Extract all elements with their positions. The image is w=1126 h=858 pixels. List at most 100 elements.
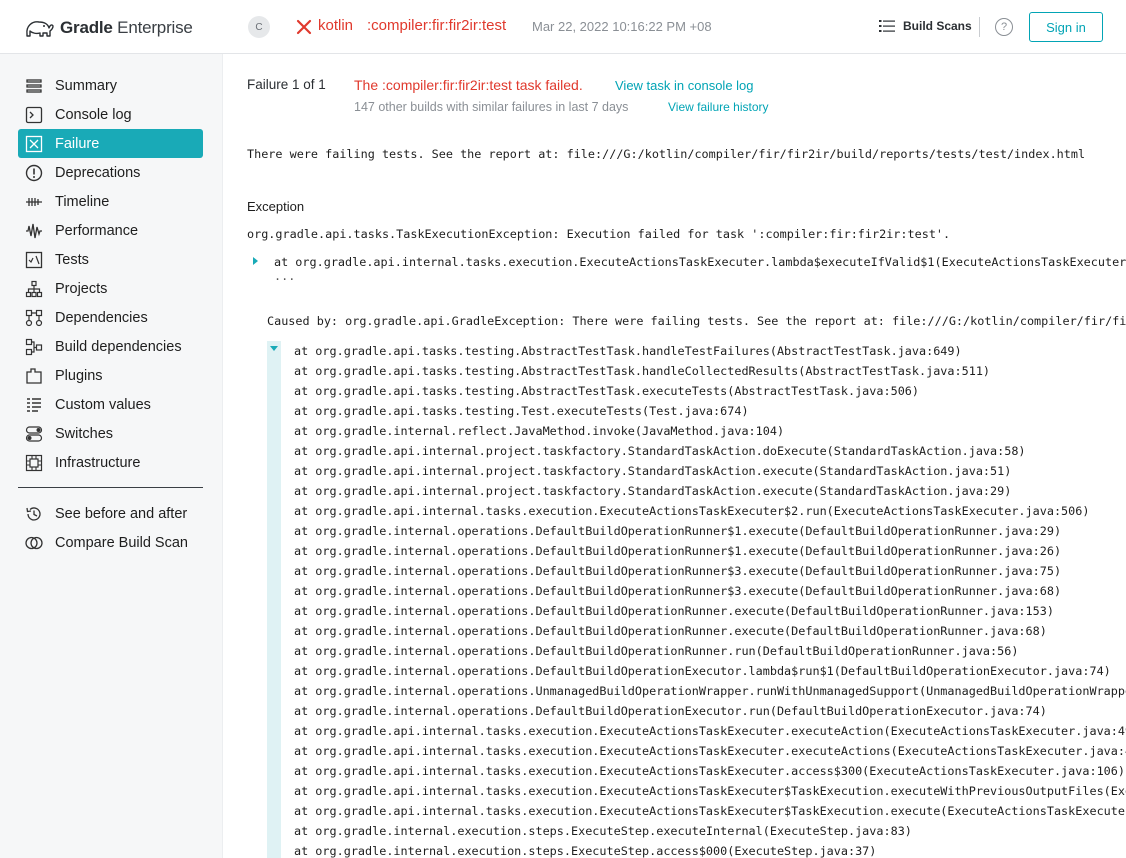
custom-values-icon: [27, 397, 41, 412]
sidebar-item-label: Infrastructure: [55, 454, 141, 471]
gradle-enterprise-logo[interactable]: Gradle Enterprise: [24, 14, 193, 42]
stack-frame: at org.gradle.internal.reflect.JavaMetho…: [294, 424, 785, 438]
sidebar-item-label: Build dependencies: [55, 338, 182, 355]
stacktrace-gutter: [267, 341, 281, 858]
stack-frame: at org.gradle.api.tasks.testing.Abstract…: [294, 344, 962, 358]
sidebar-item-label: Console log: [55, 106, 132, 123]
stack-frame: at org.gradle.api.tasks.testing.Test.exe…: [294, 404, 749, 418]
collapsed-frames-ellipsis[interactable]: ...: [274, 269, 295, 283]
sidebar-item-label: See before and after: [55, 505, 188, 522]
help-icon[interactable]: ?: [995, 18, 1013, 36]
compare-icon: [25, 536, 43, 549]
sidebar-item-tests[interactable]: Tests: [18, 245, 203, 274]
stack-frame: at org.gradle.internal.execution.steps.E…: [294, 844, 877, 858]
stack-frame: at org.gradle.internal.operations.Defaul…: [294, 704, 1047, 718]
sidebar-item-label: Performance: [55, 222, 139, 239]
failure-panel: Failure 1 of 1 The :compiler:fir:fir2ir:…: [224, 54, 1126, 858]
sidebar-item-label: Compare Build Scan: [55, 534, 188, 551]
first-stack-frame: at org.gradle.api.internal.tasks.executi…: [274, 255, 1126, 269]
summary-icon: [26, 78, 42, 93]
sidebar-item-custom-values[interactable]: Custom values: [18, 390, 203, 419]
failure-count: Failure 1 of 1: [247, 77, 326, 92]
view-in-console-link[interactable]: View task in console log: [615, 78, 754, 93]
expand-stacktrace-toggle[interactable]: [253, 257, 258, 265]
sidebar-item-failure[interactable]: Failure: [18, 129, 203, 158]
stack-frame: at org.gradle.internal.operations.Defaul…: [294, 624, 1047, 638]
switches-icon: [25, 425, 43, 442]
collapse-stacktrace-toggle[interactable]: [270, 346, 278, 351]
caused-by-message: Caused by: org.gradle.api.GradleExceptio…: [267, 314, 1126, 328]
logo-text: Gradle Enterprise: [60, 18, 193, 38]
sidebar-item-deprecations[interactable]: Deprecations: [18, 158, 203, 187]
sidebar-item-summary[interactable]: Summary: [18, 71, 203, 100]
ci-badge: C: [248, 16, 270, 38]
build-scans-link[interactable]: Build Scans: [878, 18, 972, 34]
top-header: Gradle Enterprise C kotlin :compiler:fir…: [0, 0, 1126, 54]
failure-message: The :compiler:fir:fir2ir:test task faile…: [354, 77, 583, 93]
timeline-icon: [26, 197, 42, 206]
stack-frame: at org.gradle.internal.operations.Defaul…: [294, 604, 1054, 618]
sidebar-item-label: Custom values: [55, 396, 151, 413]
failure-report-text: There were failing tests. See the report…: [247, 147, 1086, 161]
build-dependencies-icon: [25, 338, 43, 355]
console-icon: [25, 106, 43, 123]
failure-icon: [25, 135, 43, 152]
performance-icon: [26, 223, 42, 238]
sidebar-item-label: Dependencies: [55, 309, 148, 326]
sidebar-item-label: Deprecations: [55, 164, 141, 181]
plugins-icon: [26, 367, 42, 384]
stack-frame: at org.gradle.api.tasks.testing.Abstract…: [294, 364, 991, 378]
stack-frame: at org.gradle.api.internal.project.taskf…: [294, 444, 1026, 458]
stack-frame: at org.gradle.api.internal.tasks.executi…: [294, 504, 1090, 518]
stack-frame: at org.gradle.internal.operations.Defaul…: [294, 644, 1019, 658]
project-name: kotlin: [318, 17, 354, 34]
stack-frame: at org.gradle.api.internal.tasks.executi…: [294, 764, 1125, 778]
build-scans-label: Build Scans: [903, 19, 972, 33]
sidebar-item-label: Summary: [55, 77, 118, 94]
stack-frame: at org.gradle.internal.operations.Defaul…: [294, 584, 1062, 598]
sidebar-item-see-before-and-after[interactable]: See before and after: [18, 499, 203, 528]
logo-bold: Gradle: [60, 18, 113, 37]
build-timestamp: Mar 22, 2022 10:16:22 PM +08: [532, 19, 712, 34]
requested-task: :compiler:fir:fir2ir:test: [367, 17, 507, 34]
sidebar-item-projects[interactable]: Projects: [18, 274, 203, 303]
exception-message: org.gradle.api.tasks.TaskExecutionExcept…: [247, 227, 951, 241]
stack-frame: at org.gradle.internal.execution.steps.E…: [294, 824, 912, 838]
sidebar-item-build-dependencies[interactable]: Build dependencies: [18, 332, 203, 361]
stack-frame: at org.gradle.api.internal.tasks.executi…: [294, 784, 1126, 798]
sidebar-item-performance[interactable]: Performance: [18, 216, 203, 245]
history-icon: [26, 506, 41, 521]
stack-frame: at org.gradle.internal.operations.Defaul…: [294, 564, 1062, 578]
tests-icon: [25, 251, 43, 268]
sidebar-item-infrastructure[interactable]: Infrastructure: [18, 448, 203, 477]
gradle-elephant-icon: [26, 21, 54, 37]
stack-frame: at org.gradle.api.internal.tasks.executi…: [294, 804, 1126, 818]
stacktrace: at org.gradle.api.tasks.testing.Abstract…: [294, 341, 1126, 858]
sign-in-button[interactable]: Sign in: [1029, 12, 1103, 42]
stack-frame: at org.gradle.internal.operations.Defaul…: [294, 524, 1062, 538]
stack-frame: at org.gradle.internal.operations.Unmana…: [294, 684, 1126, 698]
sidebar-item-label: Timeline: [55, 193, 110, 210]
list-icon: [879, 20, 895, 32]
sidebar-item-label: Switches: [55, 425, 114, 442]
dependencies-icon: [25, 309, 43, 326]
sidebar-item-plugins[interactable]: Plugins: [18, 361, 203, 390]
sidebar-item-timeline[interactable]: Timeline: [18, 187, 203, 216]
deprecations-icon: [25, 164, 43, 181]
sidebar-item-switches[interactable]: Switches: [18, 419, 203, 448]
similar-failures-text: 147 other builds with similar failures i…: [354, 100, 629, 114]
sidebar-item-label: Plugins: [55, 367, 103, 384]
sidebar-item-console-log[interactable]: Console log: [18, 100, 203, 129]
sidebar-item-compare-build-scan[interactable]: Compare Build Scan: [18, 528, 203, 557]
sidebar-nav: Summary Console log Failure Deprecations Tim…: [18, 71, 203, 557]
projects-icon: [25, 280, 43, 297]
failure-history-link[interactable]: View failure history: [668, 100, 769, 114]
sidebar-item-label: Tests: [55, 251, 89, 268]
failed-x-icon: [296, 19, 312, 35]
sidebar-divider: [18, 487, 203, 488]
stack-frame: at org.gradle.api.internal.project.taskf…: [294, 464, 1012, 478]
sidebar-item-label: Failure: [55, 135, 100, 152]
stack-frame: at org.gradle.api.internal.project.taskf…: [294, 484, 1012, 498]
sidebar-item-dependencies[interactable]: Dependencies: [18, 303, 203, 332]
stack-frame: at org.gradle.internal.operations.Defaul…: [294, 544, 1062, 558]
